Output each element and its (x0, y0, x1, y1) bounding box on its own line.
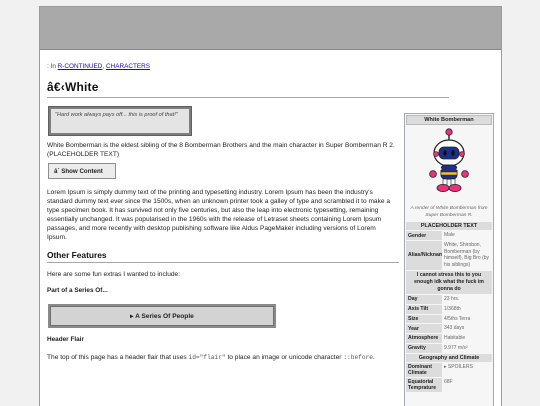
infobox-value: 23 hrs. (442, 295, 492, 304)
features-intro: Here are some fun extras I wanted to inc… (47, 271, 181, 278)
quote-box: "Hard work always pays off... this is pr… (48, 106, 192, 136)
flair-paragraph: The top of this page has a header flair … (47, 353, 375, 363)
series-button-label: A Series Of People (135, 313, 194, 320)
breadcrumb-separator: , (102, 63, 105, 70)
header-banner (40, 7, 501, 50)
infobox-row: Atmosphere Habitable (406, 334, 492, 343)
infobox-key: Dominant Climate (406, 362, 442, 377)
infobox-key: Day (406, 295, 442, 304)
infobox-row: Dominant Climate ▸ SPOILERS (406, 362, 492, 377)
infobox-row: Size 4/5ths Terra (406, 314, 492, 324)
lorem-paragraph: Lorem Ipsum is simply dummy text of the … (47, 189, 391, 242)
infobox-row: Equatorial Temprature 68F (406, 377, 492, 392)
infobox-section-placeholder: PLACEHOLDER TEXT (406, 222, 492, 231)
show-content-button[interactable]: â´ Show Content (48, 163, 116, 179)
infobox-value: 9.977 m/s² (442, 343, 492, 353)
infobox-key: Axis Tilt (406, 304, 442, 314)
character-image (405, 126, 493, 206)
show-content-label: Show Content (61, 168, 103, 175)
section-heading-other-features: Other Features (47, 250, 107, 260)
title-divider (47, 97, 449, 98)
category-link-r-continued[interactable]: R-CONTINUED (58, 63, 103, 70)
infobox-value: Male (442, 231, 492, 240)
infobox-row: Alias/Nicknames White, Shirobon, Bomberm… (406, 240, 492, 270)
show-content-icon: â´ (54, 168, 60, 175)
breadcrumb-prefix: : In (47, 63, 56, 70)
infobox-row: Gravity 9.977 m/s² (406, 343, 492, 353)
infobox-note: I cannot stress this to you enough idk w… (406, 270, 492, 295)
breadcrumb: : In R-CONTINUED, CHARACTERS (47, 63, 150, 70)
flair-text-1: The top of this page has a header flair … (47, 354, 189, 361)
infobox-row: Axis Tilt 1/368th (406, 304, 492, 314)
infobox-key: Year (406, 324, 442, 334)
image-caption: A render of White Bomberman from Super B… (410, 206, 488, 218)
flair-code-before: ::before (343, 354, 374, 361)
white-bomberman-render (429, 128, 469, 193)
page-title: â€‹White (47, 80, 99, 94)
infobox-key: Size (406, 314, 442, 324)
infobox-row: Year 343 days (406, 324, 492, 334)
infobox-key: Alias/Nicknames (406, 240, 449, 270)
flair-code-id: id="flair" (188, 354, 226, 361)
series-box: ▸ A Series Of People (48, 304, 276, 328)
header-flair-heading: Header Flair (47, 336, 84, 343)
quote-text: "Hard work always pays off... this is pr… (51, 109, 189, 133)
infobox-key: Equatorial Temprature (406, 377, 442, 392)
infobox-row: Gender Male (406, 231, 492, 240)
series-heading: Part of a Series Of... (47, 287, 108, 294)
infobox-value: 343 days (442, 324, 492, 334)
infobox-key: Gravity (406, 343, 442, 353)
infobox-row: Day 23 hrs. (406, 295, 492, 304)
infobox-title: White Bomberman (406, 115, 492, 125)
infobox-value: 4/5ths Terra (442, 314, 492, 324)
triangle-right-icon: ▸ (130, 313, 134, 320)
infobox-value: White, Shirobon, Bomberman (by himself),… (442, 240, 492, 270)
flair-text-2: to place an image or unicode character (225, 354, 344, 361)
category-link-characters[interactable]: CHARACTERS (106, 63, 150, 70)
infobox-value: Habitable (442, 334, 492, 343)
infobox-value: 68F (442, 377, 492, 392)
infobox: White Bomberman A render of White Bomber… (404, 113, 494, 406)
section-divider (47, 262, 399, 263)
page-container: : In R-CONTINUED, CHARACTERS â€‹White "H… (39, 6, 502, 406)
intro-paragraph: White Bomberman is the eldest sibling of… (47, 142, 395, 159)
infobox-key: Gender (406, 231, 442, 240)
spoiler-toggle[interactable]: ▸ SPOILERS (442, 362, 492, 377)
infobox-value: 1/368th (442, 304, 492, 314)
infobox-key: Atmosphere (406, 334, 442, 343)
flair-text-3: . (373, 354, 375, 361)
series-button[interactable]: ▸ A Series Of People (50, 306, 274, 326)
infobox-section-geography: Geography and Climate (406, 353, 492, 362)
